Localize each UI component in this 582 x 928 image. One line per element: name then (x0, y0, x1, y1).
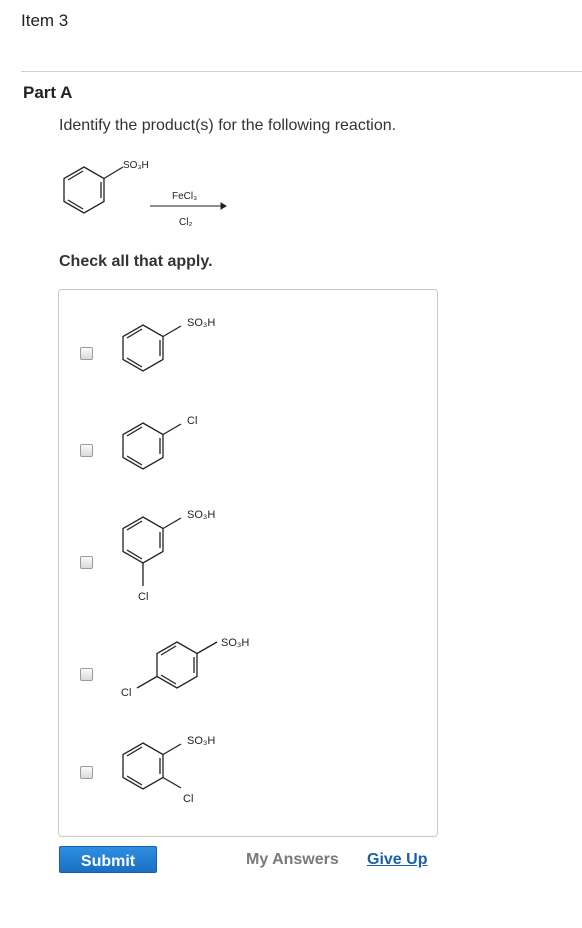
option-2-checkbox[interactable] (80, 444, 93, 457)
answer-options-box: SO₃H Cl SO₃H Cl SO₃H Cl SO₃H Cl (58, 289, 438, 837)
option-3-label-1: SO₃H (187, 509, 215, 521)
option-3-structure: SO₃H Cl (122, 509, 215, 603)
reagent-top-label: FeCl₃ (172, 191, 197, 202)
my-answers-link[interactable]: My Answers (246, 851, 339, 869)
option-1-label-1: SO₃H (187, 317, 215, 329)
reagent-bottom-label: Cl₂ (179, 217, 192, 228)
check-all-instruction: Check all that apply. (59, 253, 213, 270)
question-text: Identify the product(s) for the followin… (59, 117, 397, 134)
give-up-link[interactable]: Give Up (367, 851, 427, 869)
divider (21, 71, 582, 72)
option-2-structure: Cl (122, 415, 197, 470)
option-4-structure: SO₃H Cl (121, 637, 249, 699)
option-3-checkbox[interactable] (80, 556, 93, 569)
option-4-checkbox[interactable] (80, 668, 93, 681)
option-1-structure: SO₃H (122, 317, 215, 372)
reactant-benzene (63, 166, 124, 214)
option-3-label-2: Cl (138, 591, 148, 603)
option-2-label-1: Cl (187, 415, 197, 427)
option-4-label-1: SO₃H (221, 637, 249, 649)
option-5-checkbox[interactable] (80, 766, 93, 779)
option-5-structure: SO₃H Cl (122, 735, 215, 805)
option-1-checkbox[interactable] (80, 347, 93, 360)
submit-button[interactable]: Submit (59, 846, 157, 873)
option-5-label-2: Cl (183, 793, 193, 805)
reaction-scheme: SO₃H FeCl₃ Cl₂ (63, 160, 227, 228)
part-title: Part A (23, 83, 73, 102)
option-4-label-2: Cl (121, 687, 131, 699)
reaction-arrow (150, 202, 227, 210)
reactant-substituent-label: SO₃H (123, 160, 149, 171)
option-5-label-1: SO₃H (187, 735, 215, 747)
item-title: Item 3 (21, 11, 69, 30)
